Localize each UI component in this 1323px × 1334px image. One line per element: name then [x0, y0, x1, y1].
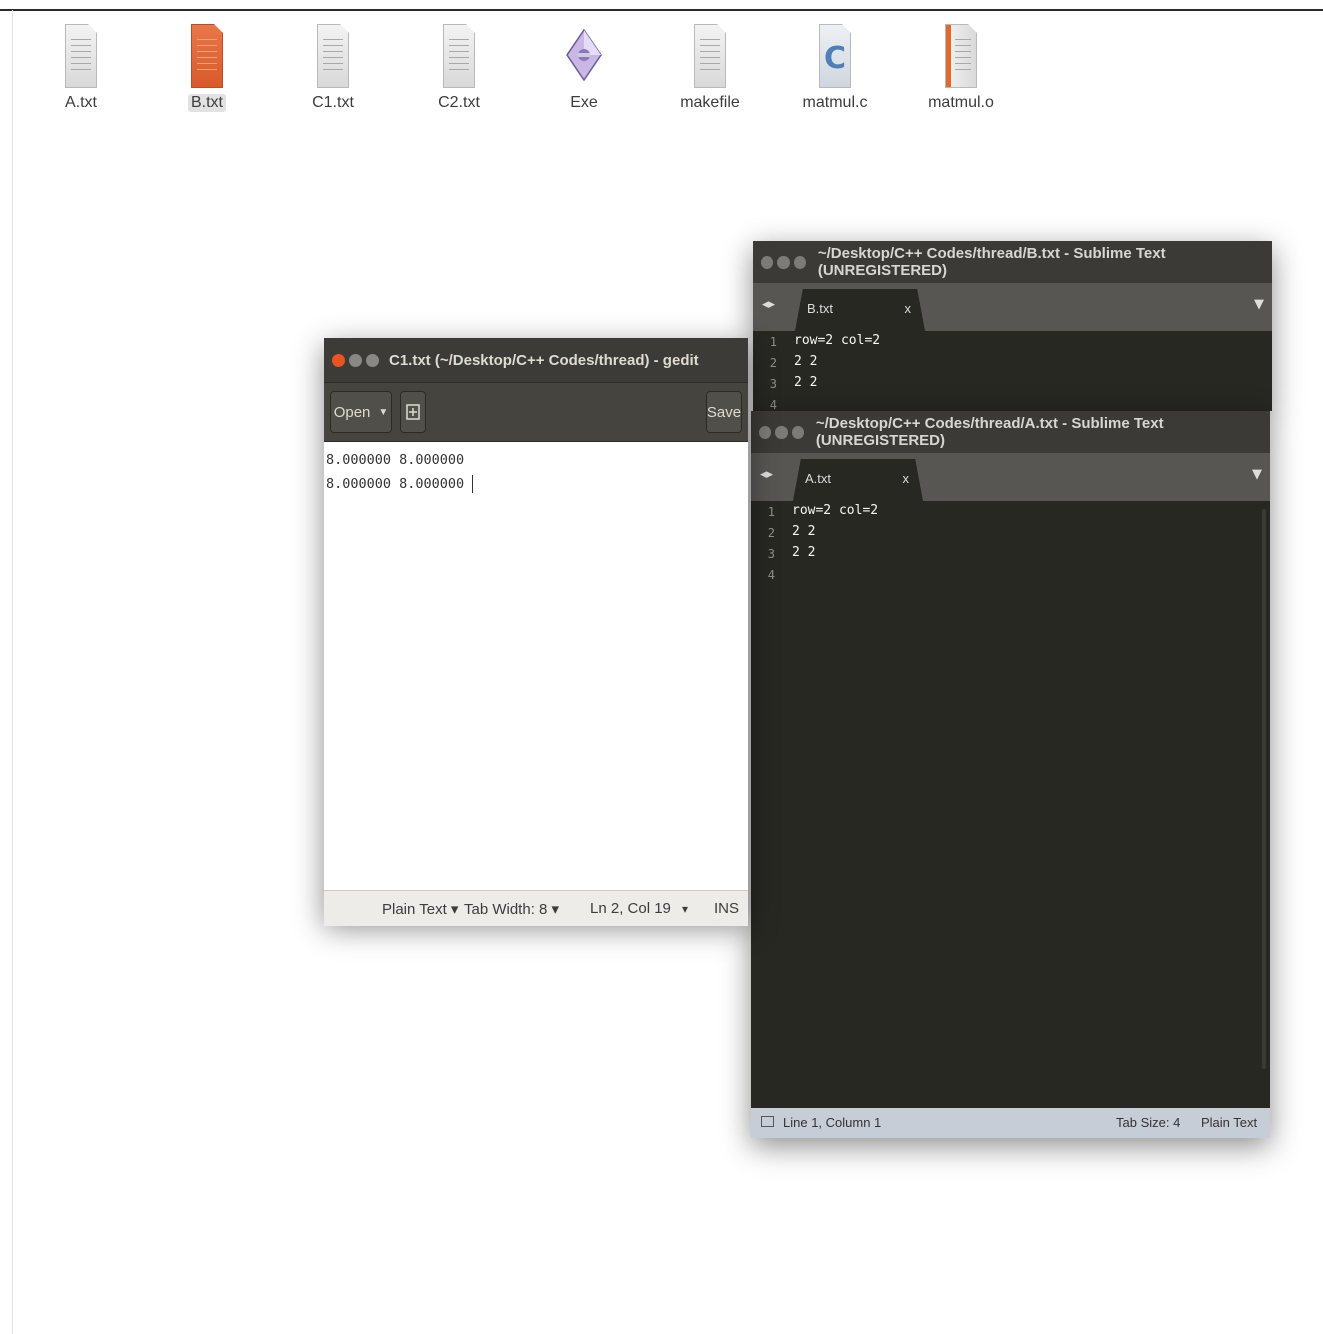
code-line: 2 2 [792, 545, 816, 560]
tab-close-icon[interactable]: x [905, 301, 912, 316]
save-button[interactable]: Save [706, 391, 742, 433]
tab-a-txt[interactable]: A.txt x [793, 459, 923, 501]
desktop-file-exe[interactable]: Exe [529, 22, 639, 112]
syntax[interactable]: Plain Text [1201, 1115, 1257, 1130]
code-line: 2 2 [794, 354, 818, 369]
minimize-icon[interactable] [349, 353, 362, 367]
text-file-icon [187, 22, 227, 88]
chevron-down-icon: ▼ [378, 406, 389, 418]
cursor-position: Line 1, Column 1 [783, 1115, 882, 1130]
text-cursor [472, 475, 474, 493]
text-file-icon [439, 22, 479, 88]
file-name: B.txt [187, 94, 226, 112]
line-number: 1 [769, 335, 777, 349]
text-file-icon [61, 22, 101, 88]
svg-text:C: C [824, 41, 846, 76]
toolbar: Open ▼ Save [324, 382, 748, 442]
file-name: Exe [570, 94, 598, 111]
title-bar: ~/Desktop/C++ Codes/thread/A.txt - Subli… [751, 411, 1270, 453]
tab-menu-icon[interactable]: ▼ [1254, 297, 1264, 312]
code-line: 2 2 [792, 524, 816, 539]
insert-mode[interactable]: INS [714, 900, 739, 917]
sublime-window-b[interactable]: ~/Desktop/C++ Codes/thread/B.txt - Subli… [753, 241, 1272, 411]
code-line: 2 2 [794, 375, 818, 390]
desktop-file-b-txt[interactable]: B.txt [152, 22, 262, 112]
status-bar: Line 1, Column 1 Tab Size: 4 Plain Text [751, 1108, 1270, 1138]
tab-width-selector[interactable]: Tab Width: 8 ▾ [464, 900, 559, 918]
window-title: ~/Desktop/C++ Codes/thread/B.txt - Subli… [817, 245, 1166, 279]
chevron-down-icon[interactable]: ▾ [682, 902, 688, 916]
file-name: C2.txt [438, 94, 480, 111]
title-bar: C1.txt (~/Desktop/C++ Codes/thread) - ge… [324, 338, 748, 382]
desktop-file-matmul-o[interactable]: matmul.o [906, 22, 1016, 112]
tab-label: B.txt [807, 301, 834, 316]
save-label: Save [706, 403, 742, 421]
close-icon[interactable] [759, 425, 772, 439]
language-selector[interactable]: Plain Text ▾ [382, 900, 458, 918]
editor-area[interactable]: 1 2 3 4 row=2 col=2 2 2 2 2 [753, 331, 1272, 411]
tab-bar: ◂▸ A.txt x ▼ [751, 453, 1270, 501]
line-number: 2 [767, 526, 775, 540]
desktop-file-c1-txt[interactable]: C1.txt [278, 22, 388, 112]
sublime-window-a[interactable]: ~/Desktop/C++ Codes/thread/A.txt - Subli… [751, 411, 1270, 1138]
code-line: row=2 col=2 [792, 503, 879, 518]
open-button[interactable]: Open ▼ [330, 391, 392, 433]
text-file-icon [313, 22, 353, 88]
file-name: makefile [680, 94, 740, 111]
text-line-with-cursor: 8.000000 8.000000 [326, 475, 474, 493]
minimize-icon[interactable] [777, 255, 790, 269]
open-label: Open [333, 403, 371, 421]
file-name: matmul.o [928, 94, 994, 111]
file-name: A.txt [64, 94, 97, 111]
maximize-icon[interactable] [793, 255, 806, 269]
line-number: 2 [769, 356, 777, 370]
close-icon[interactable] [332, 353, 345, 367]
cursor-position[interactable]: Ln 2, Col 19 [590, 900, 671, 917]
desktop-file-c2-txt[interactable]: C2.txt [404, 22, 514, 112]
executable-icon [564, 22, 604, 88]
tab-b-txt[interactable]: B.txt x [795, 289, 925, 331]
desktop-file-a-txt[interactable]: A.txt [26, 22, 136, 112]
top-border [0, 9, 1323, 11]
tab-nav-arrows-icon[interactable]: ◂▸ [760, 467, 773, 482]
maximize-icon[interactable] [366, 353, 379, 367]
line-number: 4 [769, 398, 777, 411]
tab-label: A.txt [805, 471, 832, 486]
code-line: row=2 col=2 [794, 333, 881, 348]
tab-menu-icon[interactable]: ▼ [1252, 467, 1262, 482]
editor-area[interactable]: 1 2 3 4 row=2 col=2 2 2 2 2 [751, 501, 1270, 1108]
c-source-icon: C [815, 22, 855, 88]
status-bar: Plain Text ▾ Tab Width: 8 ▾ Ln 2, Col 19… [324, 890, 748, 926]
window-title: ~/Desktop/C++ Codes/thread/A.txt - Subli… [815, 415, 1164, 449]
file-name: matmul.c [802, 94, 868, 111]
line-number: 1 [767, 505, 775, 519]
close-icon[interactable] [761, 255, 774, 269]
tab-bar: ◂▸ B.txt x ▼ [753, 283, 1272, 331]
scrollbar[interactable] [1262, 509, 1266, 1069]
line-number: 3 [767, 547, 775, 561]
minimize-icon[interactable] [775, 425, 788, 439]
tab-close-icon[interactable]: x [903, 471, 910, 486]
text-line: 8.000000 8.000000 [326, 452, 465, 468]
object-file-icon [941, 22, 981, 88]
desktop-file-matmul-c[interactable]: C matmul.c [780, 22, 890, 112]
file-name: C1.txt [312, 94, 354, 111]
new-document-button[interactable] [400, 391, 426, 433]
maximize-icon[interactable] [791, 425, 804, 439]
gedit-window[interactable]: C1.txt (~/Desktop/C++ Codes/thread) - ge… [324, 338, 748, 926]
tab-size[interactable]: Tab Size: 4 [1116, 1115, 1180, 1130]
panel-toggle-icon[interactable] [761, 1116, 774, 1127]
left-border [12, 10, 13, 1334]
title-bar: ~/Desktop/C++ Codes/thread/B.txt - Subli… [753, 241, 1272, 283]
text-file-icon [690, 22, 730, 88]
text-area[interactable]: 8.000000 8.000000 8.000000 8.000000 [324, 442, 748, 890]
line-number: 3 [769, 377, 777, 391]
line-number: 4 [767, 568, 775, 582]
new-document-icon [406, 404, 420, 420]
desktop-file-makefile[interactable]: makefile [655, 22, 765, 112]
tab-nav-arrows-icon[interactable]: ◂▸ [762, 297, 775, 312]
window-title: C1.txt (~/Desktop/C++ Codes/thread) - ge… [389, 351, 699, 369]
